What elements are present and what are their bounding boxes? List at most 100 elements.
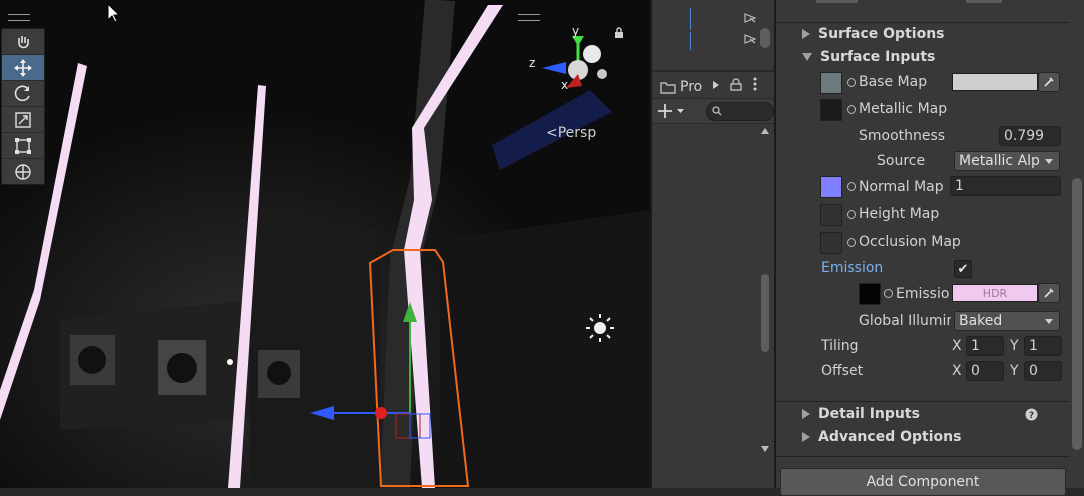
surface-inputs-label: Surface Inputs [820, 49, 936, 65]
metallic-map-thumbnail[interactable] [820, 99, 842, 121]
pickable-icon[interactable] [744, 33, 756, 45]
emission-map-thumbnail[interactable] [859, 283, 881, 305]
offset-label: Offset [821, 363, 864, 379]
eyedropper-icon [1044, 288, 1054, 298]
lock-icon[interactable] [614, 27, 624, 39]
rect-transform-icon [15, 137, 31, 154]
project-tab-label: Pro [680, 79, 703, 95]
base-map-color-swatch[interactable] [952, 73, 1038, 91]
toolbar-grip[interactable] [8, 14, 30, 21]
scroll-down-icon[interactable] [761, 446, 769, 452]
visibility-icon[interactable] [744, 12, 756, 24]
create-dropdown[interactable] [657, 103, 685, 119]
normal-scale-input[interactable]: 1 [950, 176, 1061, 196]
foldout-collapsed-icon [802, 409, 810, 419]
global-illumination-value: Baked [959, 313, 1003, 329]
axis-z-label: z [529, 56, 536, 70]
axis-x-label: x [561, 78, 569, 92]
hand-tool-button[interactable] [2, 29, 44, 55]
hierarchy-panel [652, 0, 774, 70]
offset-y-input[interactable]: 0 [1024, 361, 1062, 381]
separator [776, 456, 1070, 457]
hierarchy-line [690, 32, 691, 50]
header-button[interactable] [816, 0, 858, 3]
tiling-y-label: Y [1010, 338, 1019, 354]
rect-tool-button[interactable] [2, 133, 44, 159]
scene-view[interactable]: y z x <Persp [0, 0, 650, 488]
search-icon [712, 106, 722, 116]
project-scrollbar-thumb[interactable] [761, 274, 769, 352]
hierarchy-line [690, 8, 691, 30]
emission-label: Emission [821, 260, 884, 276]
scale-tool-button[interactable] [2, 107, 44, 133]
smoothness-input[interactable]: 0.799 [999, 126, 1061, 146]
object-picker-icon[interactable] [884, 289, 893, 298]
inspector-scrollbar[interactable] [1070, 0, 1084, 488]
smoothness-label: Smoothness [859, 128, 946, 144]
eyedropper-icon [1044, 77, 1054, 87]
eyedropper-button[interactable] [1038, 283, 1060, 303]
scroll-up-icon[interactable] [761, 128, 769, 134]
object-picker-icon[interactable] [847, 210, 856, 219]
axis-y-label: y [572, 24, 580, 38]
project-scrollbar[interactable] [758, 124, 772, 454]
normal-map-label: Normal Map [859, 179, 944, 195]
transform-tool-button[interactable] [2, 159, 44, 184]
detail-inputs-label: Detail Inputs [818, 406, 920, 422]
advanced-options-label: Advanced Options [818, 429, 962, 445]
object-picker-icon[interactable] [847, 238, 856, 247]
overlay-grip[interactable] [518, 14, 540, 21]
move-arrows-icon [14, 58, 32, 77]
lock-icon[interactable] [730, 78, 742, 91]
offset-x-input[interactable]: 0 [966, 361, 1004, 381]
foldout-expanded-icon [802, 53, 812, 61]
global-illumination-dropdown[interactable]: Baked [954, 311, 1060, 331]
move-tool-button[interactable] [2, 55, 44, 81]
height-map-label: Height Map [859, 206, 940, 222]
perspective-icon: < [546, 125, 558, 141]
chevron-down-icon [1045, 159, 1053, 164]
source-dropdown[interactable]: Metallic Alp [954, 151, 1060, 171]
header-button[interactable] [966, 0, 1002, 3]
scale-icon [15, 111, 31, 128]
surface-inputs-foldout[interactable]: Surface Inputs [802, 45, 1062, 69]
source-value: Metallic Alp [959, 153, 1040, 169]
inspector-scrollbar-thumb[interactable] [1072, 178, 1082, 450]
object-picker-icon[interactable] [847, 105, 856, 114]
normal-map-thumbnail[interactable] [820, 176, 842, 198]
folder-icon [660, 82, 676, 94]
source-label: Source [877, 153, 926, 169]
offset-x-label: X [952, 363, 962, 379]
project-panel: Pro [652, 72, 774, 488]
tiling-y-input[interactable]: 1 [1024, 336, 1062, 356]
transform-icon [15, 163, 31, 180]
emission-map-label: Emissio [896, 286, 950, 302]
svg-text:?: ? [1029, 411, 1034, 421]
emission-color-swatch[interactable]: HDR [952, 284, 1038, 302]
advanced-options-foldout[interactable]: Advanced Options [802, 425, 1062, 449]
object-picker-icon[interactable] [847, 78, 856, 87]
emission-checkbox[interactable]: ✔ [954, 260, 972, 278]
tiling-x-input[interactable]: 1 [966, 336, 1004, 356]
hierarchy-scrollbar-thumb[interactable] [760, 28, 770, 48]
tab-overflow-icon[interactable] [712, 80, 720, 90]
detail-inputs-foldout[interactable]: Detail Inputs [802, 402, 1042, 426]
projection-toggle[interactable]: <Persp [546, 125, 596, 141]
help-icon[interactable]: ? [1025, 408, 1038, 421]
add-component-button[interactable]: Add Component [780, 468, 1066, 496]
rotate-icon [14, 85, 30, 101]
surface-options-foldout[interactable]: Surface Options [802, 22, 1062, 46]
more-options-icon[interactable] [752, 77, 758, 91]
object-picker-icon[interactable] [847, 182, 856, 191]
eyedropper-button[interactable] [1038, 72, 1060, 92]
occlusion-map-thumbnail[interactable] [820, 232, 842, 254]
foldout-collapsed-icon [802, 432, 810, 442]
global-illumination-label: Global Illumir [859, 313, 951, 329]
height-map-thumbnail[interactable] [820, 204, 842, 226]
rotate-tool-button[interactable] [2, 81, 44, 107]
base-map-thumbnail[interactable] [820, 72, 842, 94]
offset-y-label: Y [1010, 363, 1019, 379]
tiling-label: Tiling [821, 338, 859, 354]
project-search-input[interactable] [706, 102, 774, 121]
hdr-label: HDR [982, 286, 1008, 300]
